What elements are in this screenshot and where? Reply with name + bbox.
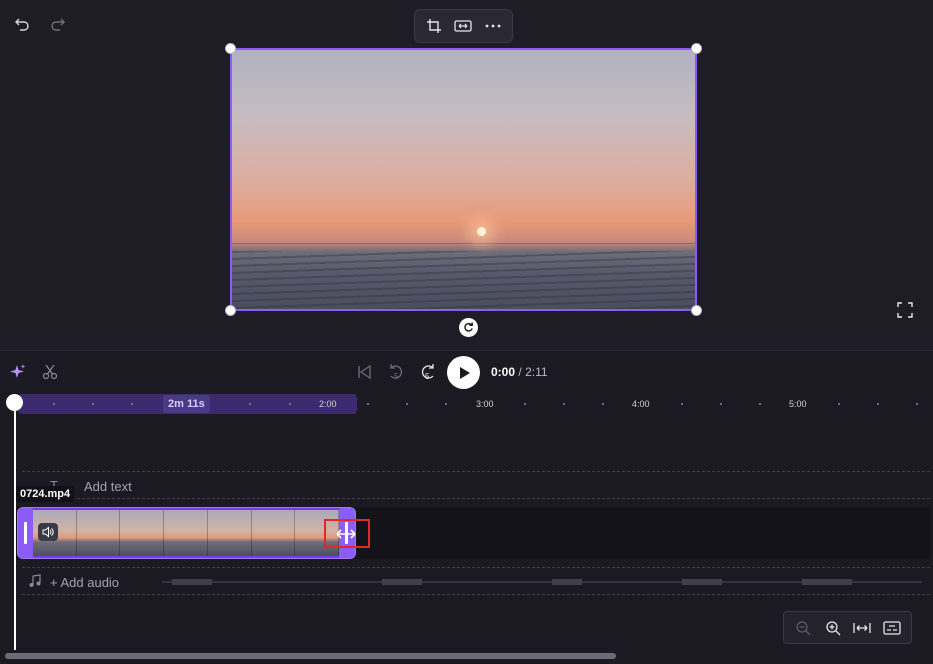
resize-handle-bottom-left[interactable] [225, 305, 236, 316]
tick-label: 4:00 [632, 399, 650, 409]
more-icon[interactable] [480, 13, 506, 39]
timeline-ruler[interactable]: 2m 11s 2:00 3:00 4:00 5:00 [0, 392, 933, 416]
volume-icon[interactable] [38, 523, 58, 541]
timeline-scrollbar[interactable] [5, 653, 616, 659]
playhead-handle[interactable] [6, 394, 23, 411]
zoom-in-icon[interactable] [822, 617, 844, 639]
preview-area [0, 0, 933, 351]
skip-to-start-icon[interactable] [354, 362, 374, 382]
undo-icon[interactable] [10, 12, 34, 36]
rotate-icon[interactable] [459, 318, 478, 337]
zoom-out-icon[interactable] [792, 617, 814, 639]
trim-handle-left[interactable] [18, 508, 33, 558]
music-note-icon [28, 574, 42, 588]
crop-icon[interactable] [421, 13, 447, 39]
fit-icon[interactable] [450, 13, 476, 39]
time-separator: / [518, 365, 522, 379]
text-track[interactable]: T Add text [22, 471, 930, 499]
zoom-controls [783, 611, 912, 644]
svg-text:5: 5 [394, 372, 399, 381]
forward-5-icon[interactable]: 5 [418, 362, 438, 382]
magic-sparkle-icon[interactable] [8, 362, 28, 382]
context-toolbar [414, 9, 513, 43]
clip-name-label: 0724.mp4 [16, 486, 75, 502]
add-audio-placeholder[interactable]: + Add audio [50, 575, 119, 590]
resize-cursor-icon [336, 527, 356, 541]
svg-text:5: 5 [425, 372, 430, 381]
redo-icon[interactable] [46, 12, 70, 36]
duration-tag: 2m 11s [163, 395, 210, 413]
video-preview[interactable] [230, 48, 697, 311]
clip-thumbnails [33, 510, 340, 556]
time-display: 0:00 / 2:11 [491, 365, 548, 379]
resize-handle-top-right[interactable] [691, 43, 702, 54]
play-button[interactable] [447, 356, 480, 389]
resize-handle-top-left[interactable] [225, 43, 236, 54]
total-time: 2:11 [525, 365, 548, 379]
captions-icon[interactable] [881, 617, 903, 639]
playback-controls: 5 5 0:00 / 2:11 [0, 352, 933, 392]
resize-handle-bottom-right[interactable] [691, 305, 702, 316]
tick-label: 5:00 [789, 399, 807, 409]
playhead-line [14, 400, 16, 650]
horizon [232, 243, 695, 244]
sun [477, 227, 486, 236]
sea [232, 251, 695, 309]
video-clip[interactable] [17, 507, 356, 559]
waveform-placeholder [162, 579, 922, 585]
tick-label: 3:00 [476, 399, 494, 409]
add-text-placeholder[interactable]: Add text [84, 479, 132, 494]
tick-label: 2:00 [319, 399, 337, 409]
current-time: 0:00 [491, 365, 516, 379]
split-scissors-icon[interactable] [40, 362, 60, 382]
fullscreen-icon[interactable] [897, 302, 915, 320]
audio-track[interactable]: + Add audio [22, 567, 930, 595]
fit-timeline-icon[interactable] [851, 617, 873, 639]
rewind-5-icon[interactable]: 5 [386, 362, 406, 382]
play-icon [459, 366, 470, 379]
